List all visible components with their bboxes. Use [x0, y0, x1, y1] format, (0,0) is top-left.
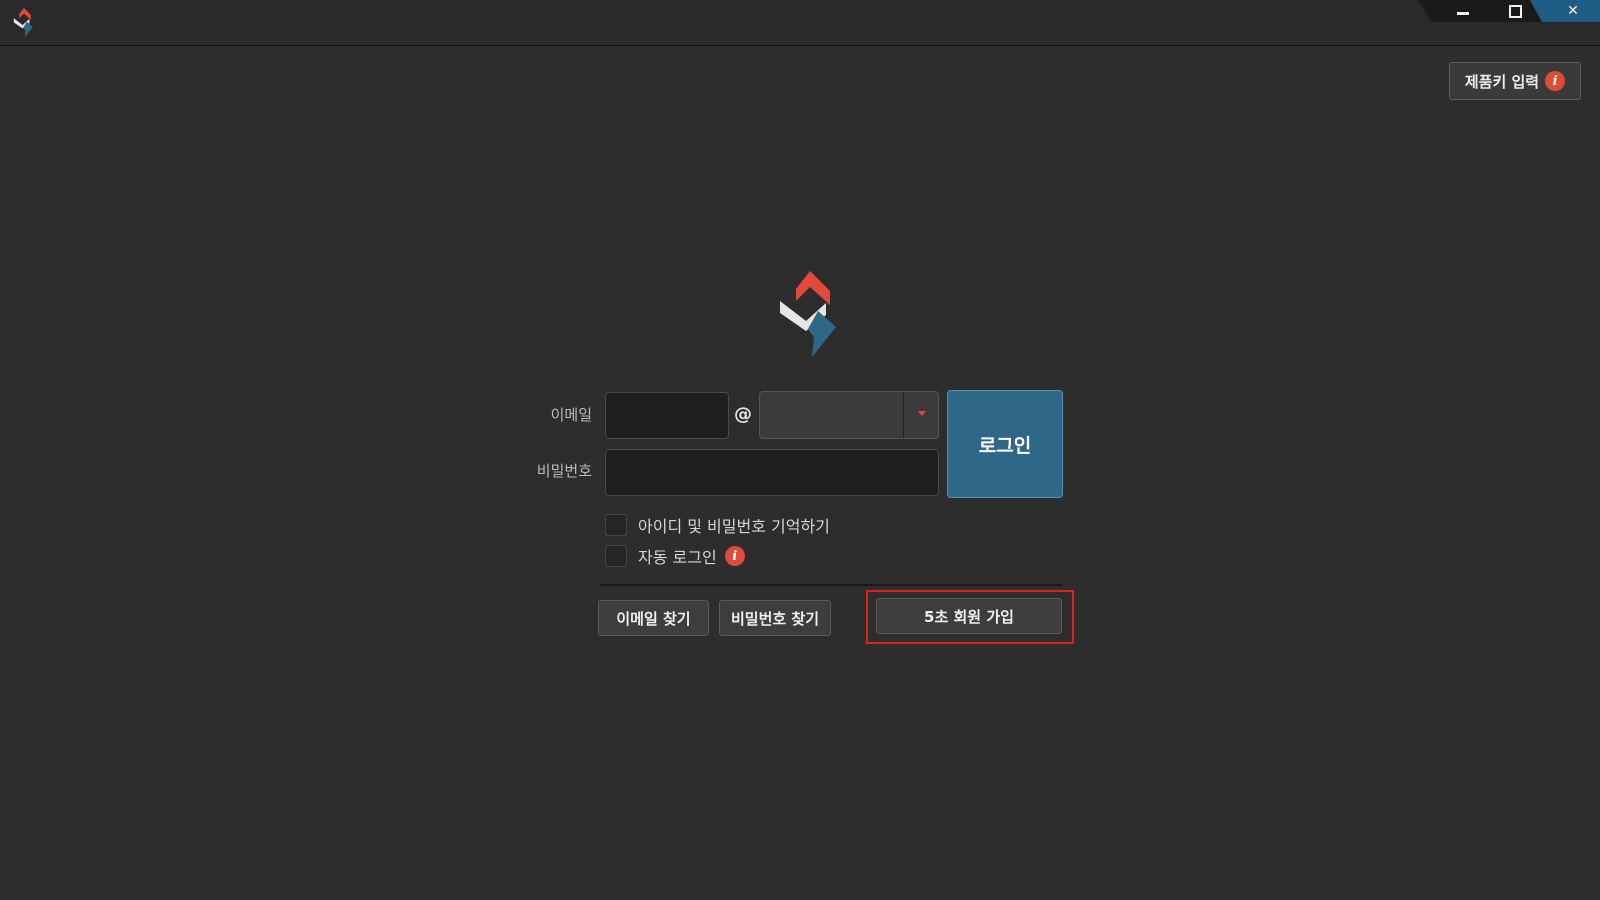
section-divider — [600, 584, 1062, 586]
app-logo — [780, 271, 836, 357]
window-controls: ✕ — [1418, 0, 1600, 22]
email-domain-select[interactable] — [759, 391, 939, 439]
maximize-icon — [1508, 4, 1522, 18]
remember-credentials-row[interactable]: 아이디 및 비밀번호 기억하기 — [605, 513, 830, 537]
password-label: 비밀번호 — [536, 462, 592, 480]
title-bar: ✕ — [0, 0, 1600, 46]
info-icon[interactable]: i — [724, 546, 745, 566]
remember-credentials-label[interactable]: 아이디 및 비밀번호 기억하기 — [638, 513, 830, 537]
email-local-input[interactable] — [605, 392, 729, 439]
auto-login-row[interactable]: 자동 로그인 i — [605, 544, 745, 568]
app-logo-icon — [13, 8, 33, 38]
remember-credentials-checkbox[interactable] — [605, 514, 627, 536]
close-icon: ✕ — [1567, 3, 1579, 19]
chevron-down-icon[interactable] — [918, 411, 926, 416]
info-icon: i — [1545, 71, 1566, 91]
product-key-label: 제품키 입력 — [1464, 72, 1540, 91]
password-input[interactable] — [605, 449, 939, 496]
signup-highlight-box — [866, 590, 1074, 644]
minimize-button[interactable] — [1438, 0, 1488, 22]
find-email-button[interactable]: 이메일 찾기 — [598, 600, 709, 636]
email-label: 이메일 — [550, 406, 592, 424]
minimize-icon — [1457, 11, 1469, 15]
at-symbol: @ — [734, 404, 752, 425]
auto-login-checkbox[interactable] — [605, 545, 627, 567]
maximize-button[interactable] — [1490, 0, 1540, 22]
close-button[interactable]: ✕ — [1548, 0, 1598, 22]
auto-login-label[interactable]: 자동 로그인 — [638, 544, 717, 568]
product-key-button[interactable]: 제품키 입력 i — [1449, 62, 1581, 100]
dropdown-divider — [903, 392, 904, 438]
login-button[interactable]: 로그인 — [947, 390, 1063, 498]
find-password-button[interactable]: 비밀번호 찾기 — [719, 600, 831, 636]
